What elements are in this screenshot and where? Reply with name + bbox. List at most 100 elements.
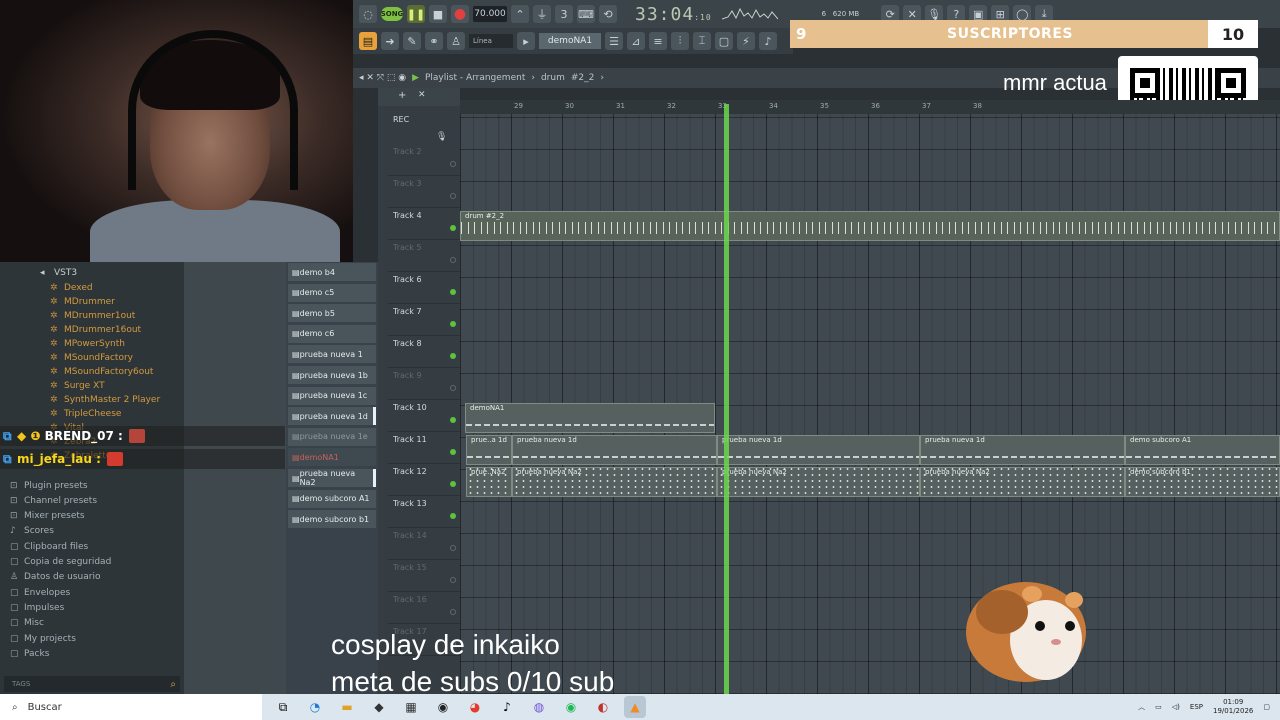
browser-folder[interactable]: ▢ Copia de seguridad	[10, 555, 111, 570]
search-icon[interactable]: ⌕	[170, 679, 176, 690]
track-mute-led[interactable]	[450, 545, 456, 551]
network-icon[interactable]: ▭	[1155, 703, 1162, 711]
pattern-item[interactable]: ▤ prueba nueva 1d	[288, 407, 376, 426]
pattern-selector[interactable]: demoNA1	[539, 33, 601, 49]
mixer-icon[interactable]: ≡	[649, 32, 667, 50]
add-track-icon[interactable]: +	[398, 90, 406, 101]
piano-roll-icon[interactable]: ⊿	[627, 32, 645, 50]
edge-icon[interactable]: ◔	[304, 696, 326, 718]
menu-arrow-icon[interactable]: ◂ ✕ ⤧ ⬚ ◉	[359, 73, 406, 83]
plugin-item[interactable]: ✲ MDrummer	[50, 295, 115, 309]
fl-studio-icon[interactable]: ▲	[624, 696, 646, 718]
browser-folder[interactable]: ▢ Packs	[10, 646, 49, 661]
chrome-icon[interactable]: ◕	[464, 696, 486, 718]
track-header[interactable]: Track 8	[388, 336, 460, 368]
clip-t12[interactable]: prueba nueva Na2	[920, 467, 1125, 497]
stamp-icon[interactable]: ♙	[447, 32, 465, 50]
track-header[interactable]: Track 10	[388, 400, 460, 432]
breadcrumb-clip[interactable]: #2_2	[571, 73, 595, 83]
playlist-icon[interactable]: ▤	[359, 32, 377, 50]
playlist-grid[interactable]	[460, 100, 1280, 694]
chevron-up-icon[interactable]: ︿	[1138, 702, 1145, 712]
pencil-icon[interactable]: ✎	[403, 32, 421, 50]
browser-folder[interactable]: ⊡ Mixer presets	[10, 509, 85, 524]
app2-icon[interactable]: ▦	[400, 696, 422, 718]
track-mute-led[interactable]	[450, 225, 456, 231]
clip-t12[interactable]: prueba nueva Na2	[717, 467, 920, 497]
browser-folder[interactable]: ♪ Scores	[10, 524, 54, 539]
clip-t11[interactable]: prue..a 1d	[466, 435, 512, 465]
breadcrumb-pattern[interactable]: drum	[541, 73, 565, 83]
track-mute-led[interactable]	[450, 417, 456, 423]
plugin-item[interactable]: ✲ Surge XT	[50, 379, 105, 393]
link-icon[interactable]: ⚭	[425, 32, 443, 50]
track-header[interactable]: Track 7	[388, 304, 460, 336]
pattern-item[interactable]: ▤ demo b4	[288, 263, 376, 281]
track-header[interactable]: Track 3	[388, 176, 460, 208]
clip-demo[interactable]: demoNA1	[465, 403, 715, 433]
playhead[interactable]	[724, 104, 729, 694]
browser-folder[interactable]: ▢ My projects	[10, 631, 76, 646]
track-header[interactable]: Track 9	[388, 368, 460, 400]
clock[interactable]: 01:09 19/01/2026	[1213, 698, 1253, 716]
app-icon[interactable]: ◆	[368, 696, 390, 718]
pattern-item[interactable]: ▤ prueba nueva Na2	[288, 469, 376, 487]
plug-icon[interactable]: ⚡	[737, 32, 755, 50]
timeline-ruler[interactable]: 29 30 31 32 33 34 35 36 37 38	[460, 100, 1280, 114]
track-mute-led[interactable]	[450, 289, 456, 295]
menu-icon[interactable]: ◌	[359, 5, 377, 23]
browser-folder[interactable]: ♙ Datos de usuario	[10, 570, 100, 585]
track-header[interactable]: Track 2	[388, 144, 460, 176]
pattern-item[interactable]: ▤ prueba nueva 1c	[288, 386, 376, 405]
countdown-icon[interactable]: 3	[555, 5, 573, 23]
browser-folder[interactable]: ▢ Envelopes	[10, 585, 70, 600]
browser-folder[interactable]: ▢ Clipboard files	[10, 539, 88, 554]
track-mute-led[interactable]	[450, 513, 456, 519]
pattern-item[interactable]: ▤ demoNA1	[288, 448, 376, 467]
pattern-item[interactable]: ▤ demo subcoro A1	[288, 489, 376, 508]
track-mute-led[interactable]	[450, 481, 456, 487]
loop-record-icon[interactable]: ⟲	[599, 5, 617, 23]
pattern-item[interactable]: ▤ demo c6	[288, 324, 376, 343]
pattern-arrow-icon[interactable]: ▸	[517, 32, 535, 50]
task-view-icon[interactable]: ⧉	[272, 696, 294, 718]
spotify-icon[interactable]: ◉	[560, 696, 582, 718]
file-icon[interactable]: ▢	[715, 32, 733, 50]
metronome-icon[interactable]: ⌃	[511, 5, 529, 23]
clip-t11[interactable]: prueba nueva 1d	[717, 435, 920, 465]
tags-field[interactable]: TAGS ⌕	[4, 676, 180, 692]
obs-icon[interactable]: ◉	[432, 696, 454, 718]
track-header[interactable]: Track 4	[388, 208, 460, 240]
clip-t12[interactable]: prueba nueva Na2	[512, 467, 717, 497]
track-header[interactable]: Track 12	[388, 464, 460, 496]
record-button[interactable]: ●	[451, 5, 469, 23]
track-mute-led[interactable]	[450, 609, 456, 615]
eq-icon[interactable]: ⫶	[671, 32, 689, 50]
channel-rack-icon[interactable]: ☰	[605, 32, 623, 50]
clip-t11[interactable]: demo subcoro A1	[1125, 435, 1280, 465]
tiktok-icon[interactable]: ♪	[496, 696, 518, 718]
track-header[interactable]: Track 5	[388, 240, 460, 272]
mic-track-icon[interactable]: 🎙	[436, 132, 447, 142]
track-mute-led[interactable]	[450, 449, 456, 455]
track-mute-led[interactable]	[450, 161, 456, 167]
taskbar-search[interactable]: ⌕ Buscar	[0, 694, 262, 720]
plugin-item[interactable]: ✲ MDrummer1out	[50, 309, 135, 323]
speaker-icon[interactable]: ♪	[759, 32, 777, 50]
breadcrumb-playlist[interactable]: Playlist - Arrangement	[425, 73, 525, 83]
clip-t12[interactable]: demo subcoro b1	[1125, 467, 1280, 497]
track-mute-led[interactable]	[450, 321, 456, 327]
language-indicator[interactable]: ESP	[1190, 703, 1203, 711]
pattern-item[interactable]: ▤ demo c5	[288, 283, 376, 302]
clip-drum[interactable]: drum #2_2	[460, 211, 1280, 241]
discord-icon[interactable]: ◍	[528, 696, 550, 718]
close-track-icon[interactable]: ✕	[418, 90, 426, 100]
browser-root-vst3[interactable]: ◂ VST3	[40, 266, 77, 280]
app3-icon[interactable]: ◐	[592, 696, 614, 718]
volume-icon[interactable]: ◁)	[1172, 703, 1180, 711]
pattern-item[interactable]: ▤ prueba nueva 1b	[288, 366, 376, 384]
browser-folder[interactable]: ▢ Misc	[10, 616, 44, 631]
plugin-item[interactable]: ✲ MSoundFactory6out	[50, 365, 153, 379]
pattern-item[interactable]: ▤ demo subcoro b1	[288, 510, 376, 529]
browser-icon[interactable]: ⌶	[693, 32, 711, 50]
